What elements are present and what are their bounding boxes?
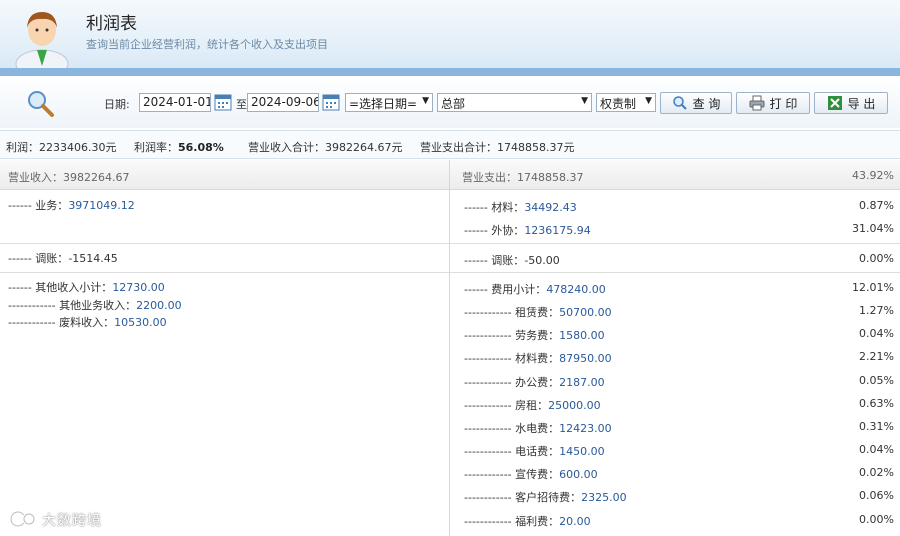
expense-row: ------------ 房租：25000.00 — [464, 399, 601, 412]
expense-row: ------------ 宣传费：600.00 — [464, 468, 598, 481]
watermark-logo: 大数跨境 — [8, 508, 138, 532]
expense-row: ------------ 劳务费：1580.00 — [464, 329, 605, 342]
expense-row: ------------ 福利费：20.00 — [464, 515, 591, 528]
income-summary: 营业收入合计：3982264.67元 — [248, 141, 403, 154]
row-divider — [0, 243, 449, 244]
calendar-icon[interactable] — [214, 93, 232, 111]
expense-row-pct: 0.04% — [859, 443, 894, 456]
watermark-text: 大数跨境 — [42, 513, 102, 529]
date-label: 日期: — [104, 98, 130, 111]
expense-row: ------------ 客户招待费：2325.00 — [464, 491, 627, 504]
expense-row: ------ 材料：34492.43 — [464, 201, 577, 214]
start-date-input[interactable]: 2024-01-01 — [139, 93, 211, 112]
income-scrap-row: ------------ 废料收入：10530.00 — [8, 316, 167, 329]
row-divider — [0, 272, 449, 273]
search-icon — [672, 96, 687, 110]
department-select[interactable]: 总部 ▼ — [437, 93, 592, 112]
header-divider — [0, 68, 900, 76]
chevron-down-icon: ▼ — [422, 96, 429, 106]
expense-row-pct: 31.04% — [852, 222, 894, 235]
summary-bar: 利润：2233406.30元 利润率：56.08% 营业收入合计：3982264… — [0, 130, 900, 159]
profit-summary: 利润：2233406.30元 — [6, 141, 117, 154]
income-business-row: ------ 业务：3971049.12 — [8, 199, 135, 212]
expense-row: ------------ 材料费：87950.00 — [464, 352, 612, 365]
chevron-down-icon: ▼ — [645, 96, 652, 106]
calendar-icon[interactable] — [322, 93, 340, 111]
accounting-basis-select[interactable]: 权责制 ▼ — [596, 93, 656, 112]
user-avatar-icon — [15, 12, 69, 68]
excel-icon — [827, 96, 842, 110]
expense-row-pct: 0.05% — [859, 374, 894, 387]
expense-row-pct: 0.87% — [859, 199, 894, 212]
date-range-select-value: =选择日期= — [349, 97, 418, 111]
expense-row-pct: 0.04% — [859, 327, 894, 340]
expense-row: ------ 调账：-50.00 — [464, 254, 560, 267]
column-divider — [449, 160, 450, 536]
row-divider — [450, 272, 900, 273]
query-button[interactable]: 查 询 — [660, 92, 732, 114]
row-divider — [450, 243, 900, 244]
expense-row: ------------ 办公费：2187.00 — [464, 376, 605, 389]
page-header: 利润表 查询当前企业经营利润，统计各个收入及支出项目 — [0, 0, 900, 72]
expense-row: ------ 费用小计：478240.00 — [464, 283, 606, 296]
margin-summary: 利润率：56.08% — [134, 141, 224, 154]
profit-table: 营业收入：3982264.67 营业支出：1748858.37 43.92% -… — [0, 160, 900, 536]
expense-row: ------------ 水电费：12423.00 — [464, 422, 612, 435]
filter-toolbar: 日期: 2024-01-01 至 2024-09-06 =选择日期= ▼ 总部 … — [0, 76, 900, 128]
expense-row-pct: 0.00% — [859, 252, 894, 265]
export-button[interactable]: 导 出 — [814, 92, 888, 114]
expense-row: ------------ 租赁费：50700.00 — [464, 306, 612, 319]
page-title: 利润表 — [86, 14, 137, 34]
expense-summary: 营业支出合计：1748858.37元 — [420, 141, 575, 154]
expense-row-pct: 0.02% — [859, 466, 894, 479]
income-other-subtotal-row: ------ 其他收入小计：12730.00 — [8, 281, 165, 294]
chevron-down-icon: ▼ — [581, 96, 588, 106]
expense-column-header: 营业支出：1748858.37 43.92% — [450, 160, 900, 190]
income-other-business-row: ------------ 其他业务收入：2200.00 — [8, 299, 182, 312]
export-button-label: 导 出 — [847, 96, 876, 111]
expense-row: ------------ 电话费：1450.00 — [464, 445, 605, 458]
department-select-value: 总部 — [441, 97, 466, 111]
expense-row-pct: 0.63% — [859, 397, 894, 410]
expense-row: ------ 外协：1236175.94 — [464, 224, 591, 237]
income-column-header: 营业收入：3982264.67 — [0, 160, 449, 190]
income-adjust-row: ------ 调账：-1514.45 — [8, 252, 118, 265]
date-range-select[interactable]: =选择日期= ▼ — [345, 93, 433, 112]
expense-row-pct: 0.00% — [859, 513, 894, 526]
expense-row-pct: 0.31% — [859, 420, 894, 433]
end-date-input[interactable]: 2024-09-06 — [247, 93, 319, 112]
watermark-icon — [9, 510, 36, 528]
print-button[interactable]: 打 印 — [736, 92, 810, 114]
expense-row-pct: 0.06% — [859, 489, 894, 502]
query-button-label: 查 询 — [692, 96, 721, 111]
to-label: 至 — [236, 98, 247, 111]
print-button-label: 打 印 — [769, 96, 798, 111]
expense-row-pct: 2.21% — [859, 350, 894, 363]
magnifier-icon — [28, 91, 54, 117]
page-subtitle: 查询当前企业经营利润，统计各个收入及支出项目 — [86, 38, 328, 51]
expense-row-pct: 12.01% — [852, 281, 894, 294]
accounting-basis-select-value: 权责制 — [600, 97, 637, 111]
printer-icon — [749, 95, 765, 111]
expense-header-pct: 43.92% — [852, 169, 894, 182]
expense-row-pct: 1.27% — [859, 304, 894, 317]
